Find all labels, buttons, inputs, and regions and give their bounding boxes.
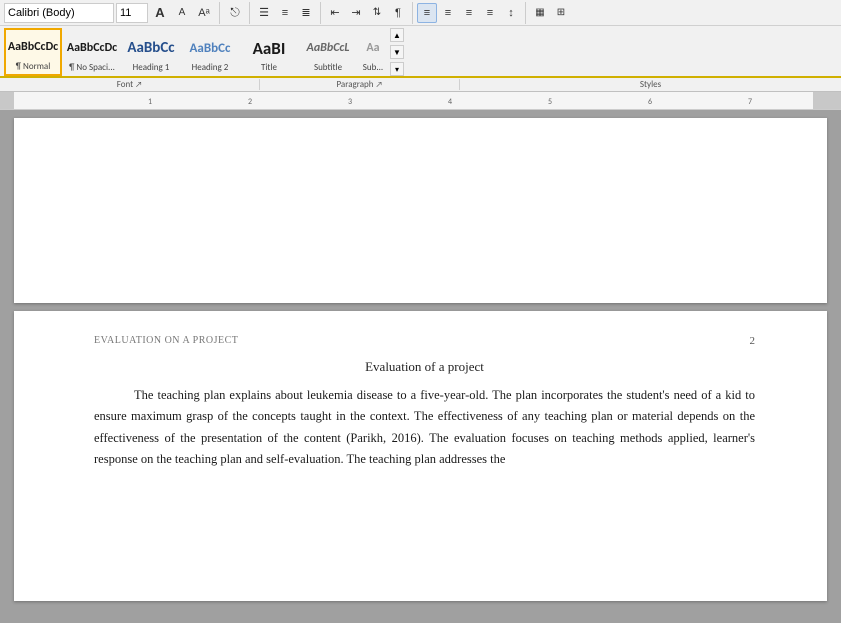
align-center-button[interactable]: ≡ [438, 3, 458, 23]
ruler-mark-4: 4 [448, 97, 452, 107]
ruler-inner: 1 2 3 4 5 6 7 [0, 92, 841, 109]
ruler-mark-7: 7 [748, 97, 752, 107]
styles-label: Styles [640, 79, 661, 90]
doc-body[interactable]: The teaching plan explains about leukemi… [94, 385, 755, 470]
increase-indent-button[interactable]: ⇥ [346, 3, 366, 23]
style-no-spacing[interactable]: AaBbCcDc ¶ No Spaci... [63, 28, 121, 76]
font-name-input[interactable] [4, 3, 114, 23]
styles-more[interactable]: ▾ [390, 62, 404, 76]
styles-scroll-down[interactable]: ▼ [390, 45, 404, 59]
styles-scroll-up[interactable]: ▲ [390, 28, 404, 42]
ruler-mark-2: 2 [248, 97, 252, 107]
page-1[interactable] [14, 118, 827, 303]
justify-button[interactable]: ≡ [480, 3, 500, 23]
page-header: EVALUATION ON A PROJECT 2 [94, 331, 755, 347]
style-no-spacing-label: ¶ No Spaci... [69, 63, 115, 73]
font-section-bar: Font ↗ [0, 79, 260, 90]
style-heading2[interactable]: AaBbCc Heading 2 [181, 28, 239, 76]
paragraph-section-bar: Paragraph ↗ [260, 79, 460, 90]
style-heading2-preview: AaBbCc [185, 33, 235, 63]
page-2[interactable]: EVALUATION ON A PROJECT 2 Evaluation of … [14, 311, 827, 601]
style-normal-label: ¶ Normal [16, 62, 51, 72]
sep4 [412, 2, 413, 24]
line-spacing-button[interactable]: ↕ [501, 3, 521, 23]
ruler: 1 2 3 4 5 6 7 [0, 92, 841, 110]
ribbon-styles-row: AaBbCcDc ¶ Normal AaBbCcDc ¶ No Spaci...… [0, 26, 841, 78]
section-labels-bar: Font ↗ Paragraph ↗ Styles [0, 78, 841, 92]
style-heading1-label: Heading 1 [133, 63, 170, 73]
style-title-label: Title [261, 63, 277, 73]
style-heading2-label: Heading 2 [192, 63, 229, 73]
style-normal[interactable]: AaBbCcDc ¶ Normal [4, 28, 62, 76]
toolbar-font-row: A A Aᵃ ⎋ ☰ ≡ ≣ ⇤ ⇥ ⇅ ¶ ≡ ≡ ≡ ≡ ↕ ▦ ⊞ [0, 0, 841, 26]
shading-button[interactable]: ▦ [530, 3, 550, 23]
style-subtitle-label: Subtitle [314, 63, 342, 73]
align-right-button[interactable]: ≡ [459, 3, 479, 23]
doc-paragraph-1: The teaching plan explains about leukemi… [94, 385, 755, 470]
font-controls: A A Aᵃ ⎋ [4, 2, 245, 24]
page-header-num: 2 [750, 335, 756, 347]
font-size-input[interactable] [116, 3, 148, 23]
bullets-button[interactable]: ☰ [254, 3, 274, 23]
align-left-button[interactable]: ≡ [417, 3, 437, 23]
page-header-title: EVALUATION ON A PROJECT [94, 335, 238, 346]
document-area: EVALUATION ON A PROJECT 2 Evaluation of … [0, 110, 841, 623]
styles-scroll-controls: ▲ ▼ ▾ [390, 28, 404, 76]
sep3 [320, 2, 321, 24]
change-case-button[interactable]: Aᵃ [194, 3, 214, 23]
styles-section-bar: Styles [460, 79, 841, 90]
grow-font-button[interactable]: A [150, 3, 170, 23]
ruler-mark-5: 5 [548, 97, 552, 107]
ruler-mark-3: 3 [348, 97, 352, 107]
show-para-button[interactable]: ¶ [388, 3, 408, 23]
style-subtle-preview: Aa [362, 33, 384, 63]
ruler-mark-1: 1 [148, 97, 152, 107]
font-expand-icon[interactable]: ↗ [135, 80, 142, 90]
style-subtitle-preview: AaBbCcL [303, 33, 353, 63]
clear-format-button[interactable]: ⎋ [225, 3, 245, 23]
sep5 [525, 2, 526, 24]
paragraph-label: Paragraph [336, 79, 373, 90]
borders-button[interactable]: ⊞ [551, 3, 571, 23]
shrink-font-button[interactable]: A [172, 3, 192, 23]
style-normal-preview: AaBbCcDc [9, 32, 57, 62]
decrease-indent-button[interactable]: ⇤ [325, 3, 345, 23]
multilevel-button[interactable]: ≣ [296, 3, 316, 23]
style-subtitle[interactable]: AaBbCcL Subtitle [299, 28, 357, 76]
font-label: Font [117, 79, 133, 90]
style-heading1-preview: AaBbCc [126, 33, 176, 63]
style-heading1[interactable]: AaBbCc Heading 1 [122, 28, 180, 76]
sep2 [249, 2, 250, 24]
sep1 [219, 2, 220, 24]
style-title[interactable]: AaBI Title [240, 28, 298, 76]
style-subtle-label: Sub... [363, 63, 383, 73]
style-subtle-emphasis[interactable]: Aa Sub... [358, 28, 388, 76]
ruler-mark-6: 6 [648, 97, 652, 107]
doc-title: Evaluation of a project [94, 359, 755, 375]
style-title-preview: AaBI [244, 33, 294, 63]
paragraph-expand-icon[interactable]: ↗ [375, 80, 382, 90]
sort-button[interactable]: ⇅ [367, 3, 387, 23]
styles-gallery: AaBbCcDc ¶ Normal AaBbCcDc ¶ No Spaci...… [4, 28, 388, 76]
style-no-spacing-preview: AaBbCcDc [67, 33, 117, 63]
numbering-button[interactable]: ≡ [275, 3, 295, 23]
